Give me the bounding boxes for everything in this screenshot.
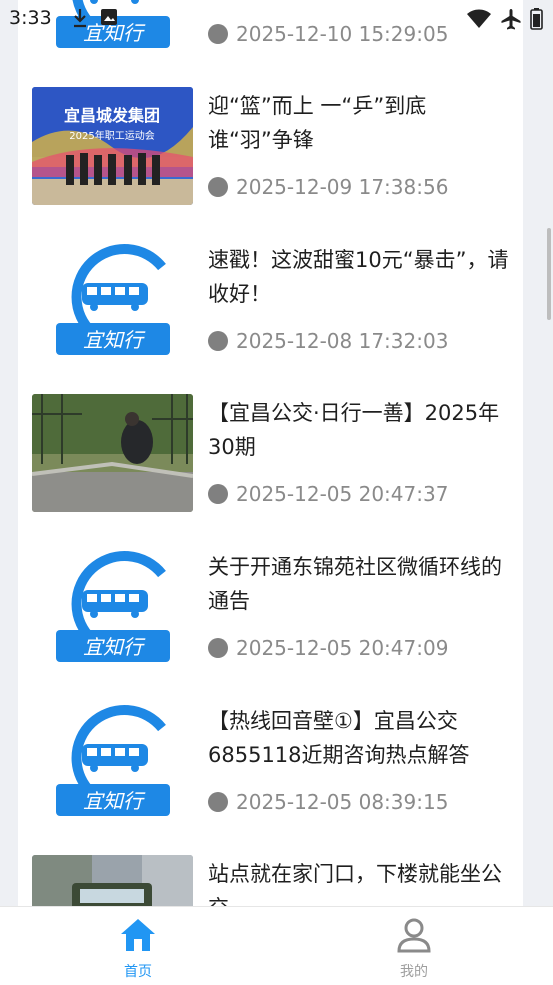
news-date: 2025-12-09 17:38:56 (236, 175, 449, 199)
news-date-row: 2025-12-05 08:39:15 (208, 790, 448, 814)
news-title: 速戳！这波甜蜜10元“暴击”，请收好！ (208, 248, 509, 306)
event-photo: 宜昌城发集团 2025年职工运动会 (32, 87, 193, 205)
scrollbar[interactable] (547, 228, 551, 320)
svg-text:宜知行: 宜知行 (83, 635, 146, 659)
battery-icon (530, 8, 543, 30)
clock-icon (208, 331, 228, 351)
news-title: 【热线回音壁①】宜昌公交6855118近期咨询热点解答 (208, 709, 470, 767)
bottom-navigation: 首页 我的 (0, 906, 553, 985)
yizhixing-logo: 宜知行 (32, 548, 193, 666)
nav-home[interactable]: 首页 (78, 917, 198, 981)
nav-me[interactable]: 我的 (354, 917, 474, 981)
news-feed[interactable]: 宜知行 2025-12-10 15:29:05 宜昌城发集团 2025年职工运动… (18, 0, 523, 906)
svg-text:宜知行: 宜知行 (83, 789, 146, 813)
news-item[interactable]: 宜知行 速戳！这波甜蜜10元“暴击”，请收好！ 2025-12-08 17:32… (18, 241, 523, 395)
clock-icon (208, 177, 228, 197)
news-thumbnail: 宜知行 (32, 702, 193, 820)
news-thumbnail: 宜昌城发集团 2025年职工运动会 (32, 87, 193, 205)
news-date-row: 2025-12-05 20:47:09 (208, 636, 448, 660)
news-item[interactable]: 宜昌城发集团 2025年职工运动会 迎“篮”而上 一“乒”到底 谁“羽”争锋 2… (18, 87, 523, 241)
news-date-row: 2025-12-08 17:32:03 (208, 329, 448, 353)
news-title: 迎“篮”而上 一“乒”到底 谁“羽”争锋 (208, 94, 427, 152)
image-icon (101, 9, 117, 25)
clock-icon (208, 484, 228, 504)
clock-icon (208, 638, 228, 658)
airplane-icon (501, 9, 521, 30)
nav-home-label: 首页 (124, 964, 152, 980)
news-date: 2025-12-05 20:47:37 (236, 482, 449, 506)
status-bar: 3:33 (0, 0, 553, 38)
news-date-row: 2025-12-05 20:47:37 (208, 482, 448, 506)
news-date: 2025-12-05 08:39:15 (236, 790, 449, 814)
svg-text:宜昌城发集团: 宜昌城发集团 (64, 106, 160, 125)
news-thumbnail (32, 855, 193, 906)
yizhixing-logo: 宜知行 (32, 702, 193, 820)
download-icon (74, 9, 86, 28)
news-date: 2025-12-08 17:32:03 (236, 329, 449, 353)
news-title: 站点就在家门口，下楼就能坐公交 (208, 862, 502, 906)
status-time: 3:33 (9, 7, 52, 29)
status-right-icons (466, 8, 543, 30)
news-item[interactable]: 宜知行 关于开通东锦苑社区微循环线的通告 2025-12-05 20:47:09 (18, 548, 523, 702)
street-photo (32, 855, 193, 906)
news-date: 2025-12-05 20:47:09 (236, 636, 449, 660)
status-left-icons (72, 8, 118, 28)
news-title: 关于开通东锦苑社区微循环线的通告 (208, 555, 502, 613)
nav-me-label: 我的 (400, 964, 428, 980)
garden-photo (32, 394, 193, 512)
news-thumbnail: 宜知行 (32, 548, 193, 666)
clock-icon (208, 792, 228, 812)
news-item[interactable]: 站点就在家门口，下楼就能坐公交 (18, 855, 523, 906)
news-thumbnail: 宜知行 (32, 241, 193, 359)
svg-text:宜知行: 宜知行 (83, 328, 146, 352)
news-title: 【宜昌公交·日行一善】2025年30期 (208, 401, 500, 459)
news-item[interactable]: 宜知行 【热线回音壁①】宜昌公交6855118近期咨询热点解答 2025-12-… (18, 702, 523, 856)
news-item[interactable]: 【宜昌公交·日行一善】2025年30期 2025-12-05 20:47:37 (18, 394, 523, 548)
yizhixing-logo: 宜知行 (32, 241, 193, 359)
svg-text:2025年职工运动会: 2025年职工运动会 (69, 129, 154, 142)
news-date-row: 2025-12-09 17:38:56 (208, 175, 448, 199)
person-icon (397, 918, 431, 953)
news-thumbnail (32, 394, 193, 512)
wifi-icon (467, 9, 491, 28)
home-icon (121, 919, 155, 951)
